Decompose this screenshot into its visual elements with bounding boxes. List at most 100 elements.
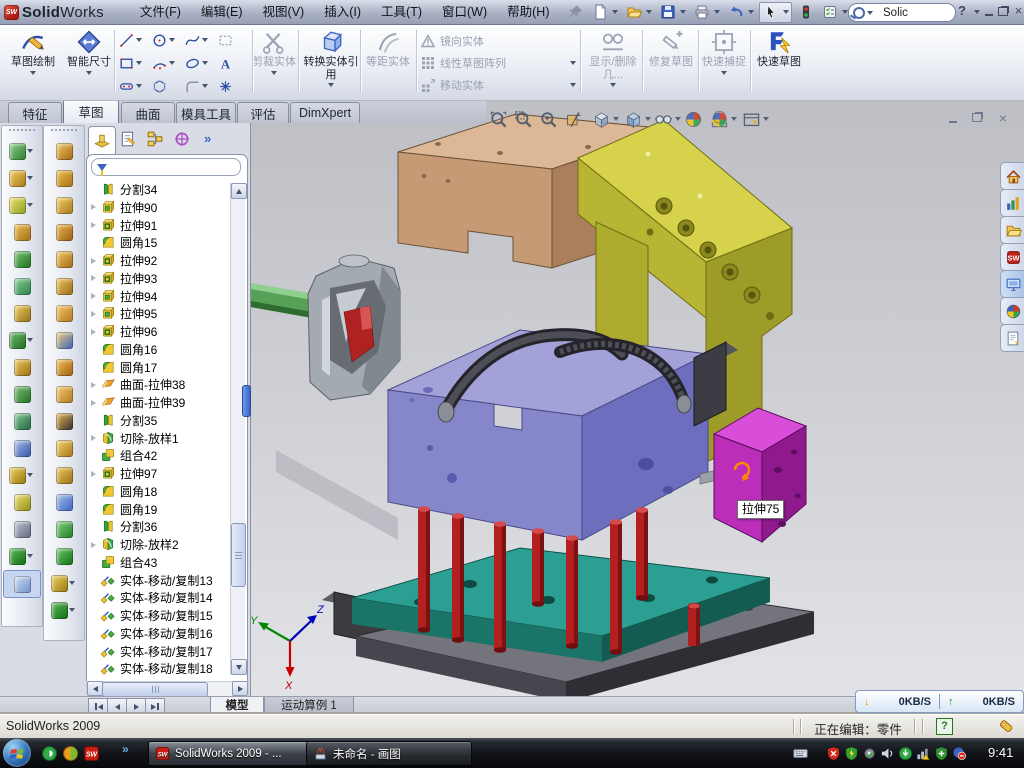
swept-boss-button[interactable]	[4, 219, 40, 245]
tray-defender-shield-icon[interactable]	[934, 746, 949, 761]
spiral-curve-button[interactable]	[46, 597, 82, 623]
fillet-button[interactable]	[4, 192, 40, 218]
dropdown-icon[interactable]	[86, 71, 92, 75]
tree-item[interactable]: 拉伸96	[89, 323, 243, 340]
linear-pattern-button[interactable]	[4, 327, 40, 353]
tree-item[interactable]: 拉伸92	[89, 252, 243, 269]
split-feature-button[interactable]	[4, 489, 40, 515]
select-button[interactable]	[759, 2, 792, 23]
tree-item[interactable]: 拉伸90	[89, 199, 243, 216]
model-lavender-block[interactable]	[388, 330, 738, 540]
dropdown-icon[interactable]	[714, 10, 720, 14]
tray-sync-status-icon[interactable]	[952, 746, 967, 761]
rectangle-tool-button[interactable]	[118, 52, 148, 74]
dropdown-icon[interactable]	[69, 581, 75, 585]
search-results-tab[interactable]	[1000, 270, 1024, 298]
tray-volume-icon[interactable]	[880, 746, 895, 761]
dropdown-icon[interactable]	[27, 338, 33, 342]
mirror-button[interactable]	[4, 381, 40, 407]
undo-button[interactable]	[725, 3, 756, 22]
swept-surface-button[interactable]	[46, 165, 82, 191]
rapid-sketch-button[interactable]: 快速草图	[752, 27, 806, 95]
quicklaunch-solidworks-button[interactable]: SW	[82, 744, 100, 762]
point-tool-button[interactable]	[217, 75, 247, 97]
dropdown-icon[interactable]	[136, 61, 142, 65]
dropdown-icon[interactable]	[646, 10, 652, 14]
combine-bodies-button[interactable]	[4, 408, 40, 434]
dropdown-icon[interactable]	[202, 61, 208, 65]
tree-item[interactable]: 拉伸94	[89, 288, 243, 305]
search-input[interactable]	[881, 6, 947, 20]
configurationmanager-tab[interactable]	[142, 126, 168, 152]
spline-tool-button[interactable]	[184, 29, 214, 51]
taskbar-window-1[interactable]: SWSolidWorks 2009 - ...	[148, 741, 314, 766]
dropdown-icon[interactable]	[675, 117, 681, 121]
expand-arrow-icon[interactable]	[91, 293, 96, 299]
dropdown-icon[interactable]	[69, 608, 75, 612]
arc-tool-button[interactable]	[151, 52, 181, 74]
toolbox-tab[interactable]: SW	[1000, 243, 1024, 271]
quick-launch-chevron[interactable]: »	[122, 742, 129, 756]
dropdown-icon[interactable]	[169, 61, 175, 65]
zoom-to-area-button[interactable]	[514, 108, 533, 130]
tray-security-shield-icon[interactable]	[844, 746, 859, 761]
tab-model[interactable]: 模型	[210, 697, 264, 714]
tree-item[interactable]: 圆角18	[89, 483, 243, 500]
tree-item[interactable]: 组合42	[89, 447, 243, 464]
model-gray-block[interactable]	[308, 255, 400, 400]
delete-body-button[interactable]	[4, 462, 40, 488]
text-tool-button[interactable]: A	[217, 52, 247, 74]
document-minimize-button[interactable]	[942, 110, 964, 125]
solidworks-resources-tab[interactable]	[1000, 162, 1024, 190]
dropdown-icon[interactable]	[612, 10, 618, 14]
slot-tool-button[interactable]	[118, 75, 148, 97]
tree-item[interactable]: 组合43	[89, 554, 243, 571]
filter-input[interactable]	[111, 160, 248, 174]
tree-horizontal-scrollbar[interactable]	[86, 681, 249, 697]
nav-next-button[interactable]	[126, 698, 146, 715]
tree-vertical-scrollbar[interactable]	[230, 183, 245, 675]
curve-through-points-button[interactable]	[4, 516, 40, 542]
camera-views-button[interactable]	[742, 108, 771, 130]
hide-show-items-button[interactable]	[654, 108, 683, 130]
model-3d-exploded-mold[interactable]: Y Z X	[250, 100, 1024, 696]
rib-button[interactable]	[4, 354, 40, 380]
selection-box-tool-button[interactable]	[217, 29, 247, 51]
zoom-to-fit-button[interactable]	[489, 108, 508, 130]
menu-insert[interactable]: 插入(I)	[314, 1, 371, 24]
featuremanager-tab[interactable]	[88, 126, 116, 156]
expand-arrow-icon[interactable]	[91, 204, 96, 210]
dropdown-icon[interactable]	[680, 10, 686, 14]
open-button[interactable]	[623, 3, 654, 22]
scroll-down-button[interactable]	[231, 659, 247, 675]
tree-item[interactable]: 实体-移动/复制14	[89, 589, 243, 606]
expand-arrow-icon[interactable]	[91, 382, 96, 388]
toolbar-drag-handle[interactable]	[9, 129, 35, 134]
edit-appearance-button[interactable]	[684, 108, 703, 130]
section-view-button[interactable]	[564, 108, 583, 130]
scroll-up-button[interactable]	[231, 183, 247, 199]
expand-arrow-icon[interactable]	[91, 329, 96, 335]
tree-item[interactable]: 实体-移动/复制17	[89, 643, 243, 660]
tree-item[interactable]: 实体-移动/复制18	[89, 660, 243, 677]
design-library-tab[interactable]	[1000, 189, 1024, 217]
tree-item[interactable]: 圆角16	[89, 341, 243, 358]
dropdown-icon[interactable]	[763, 117, 769, 121]
trim-surface-button[interactable]	[46, 462, 82, 488]
tree-item[interactable]: 拉伸97	[89, 465, 243, 482]
filled-surface-button[interactable]	[46, 246, 82, 272]
convert-entities-button[interactable]: 转换实体引用	[302, 27, 360, 95]
nav-first-button[interactable]	[88, 698, 108, 715]
scroll-left-button[interactable]	[87, 681, 103, 696]
panel-splitter-handle[interactable]	[242, 385, 251, 417]
save-button[interactable]	[657, 3, 688, 22]
dropdown-icon[interactable]	[136, 38, 142, 42]
menu-window[interactable]: 窗口(W)	[432, 1, 497, 24]
sketch-button[interactable]: 草图绘制	[6, 27, 60, 95]
tree-item[interactable]: 圆角15	[89, 234, 243, 251]
dropdown-icon[interactable]	[748, 10, 754, 14]
planar-surface-button[interactable]	[46, 273, 82, 299]
menu-help[interactable]: 帮助(H)	[497, 1, 559, 24]
knit-surface-button[interactable]	[46, 327, 82, 353]
tree-item[interactable]: 圆角19	[89, 501, 243, 518]
